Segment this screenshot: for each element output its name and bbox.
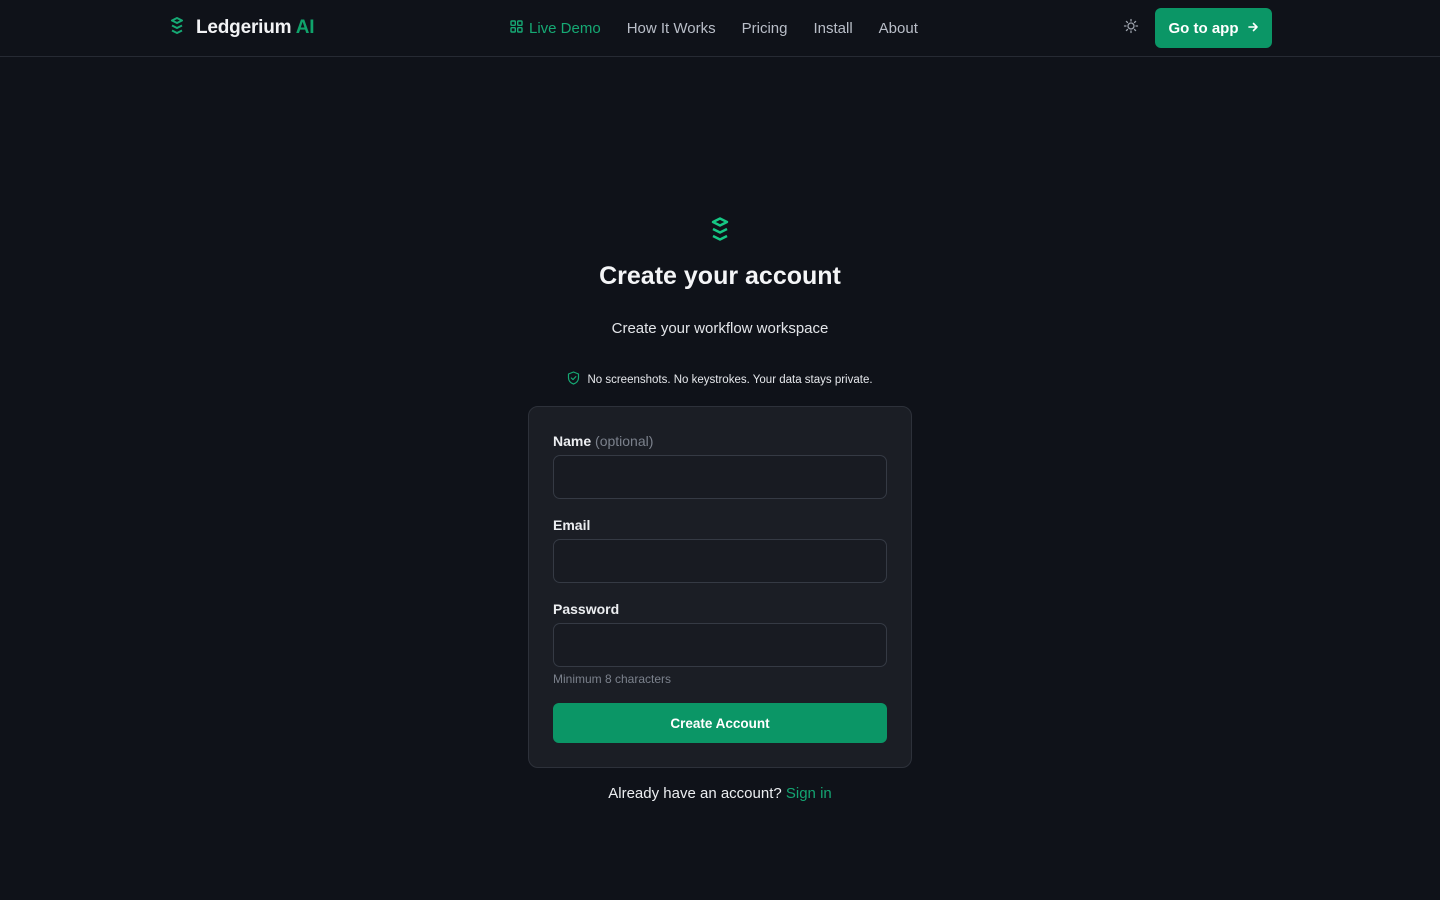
layers-icon [708, 217, 732, 245]
nav-label-live-demo: Live Demo [529, 19, 601, 37]
grid-icon [510, 19, 523, 37]
email-field-label: Email [553, 517, 591, 533]
top-nav-bar: Ledgerium AI Live Demo How It Works Pric… [0, 0, 1440, 57]
brand-name: Ledgerium AI [196, 17, 315, 39]
shield-check-icon [567, 371, 580, 388]
go-to-app-label: Go to app [1168, 19, 1239, 37]
sign-in-link[interactable]: Sign in [786, 785, 832, 802]
signup-form-card: Name (optional) Email Password Minimum 8… [528, 406, 912, 768]
theme-toggle-button[interactable] [1121, 18, 1141, 38]
privacy-text: No screenshots. No keystrokes. Your data… [587, 373, 873, 386]
nav-link-live-demo[interactable]: Live Demo [510, 20, 601, 37]
name-label-text: Name [553, 433, 592, 449]
nav-link-pricing[interactable]: Pricing [742, 20, 788, 37]
nav-link-how-it-works[interactable]: How It Works [627, 20, 716, 37]
password-input[interactable] [553, 623, 887, 667]
brand-name-text: Ledgerium [196, 17, 292, 38]
arrow-right-icon [1247, 20, 1259, 37]
email-input[interactable] [553, 539, 887, 583]
password-hint: Minimum 8 characters [553, 672, 672, 686]
name-field-label: Name (optional) [553, 433, 653, 449]
privacy-notice: No screenshots. No keystrokes. Your data… [0, 371, 1440, 388]
brand-logo-link[interactable]: Ledgerium AI [170, 14, 315, 42]
layers-icon [170, 16, 184, 40]
nav-link-about[interactable]: About [879, 20, 918, 37]
optional-tag: (optional) [595, 433, 654, 449]
sun-icon [1123, 18, 1139, 39]
signin-prompt: Already have an account? Sign in [0, 785, 1440, 802]
password-field-label: Password [553, 601, 620, 617]
nav-link-install[interactable]: Install [813, 20, 852, 37]
page-title: Create your account [599, 262, 841, 290]
signin-prompt-text: Already have an account? [608, 785, 782, 802]
create-account-button[interactable]: Create Account [553, 703, 887, 743]
brand-suffix: AI [295, 17, 315, 38]
page-subtitle: Create your workflow workspace [611, 320, 829, 337]
go-to-app-button[interactable]: Go to app [1155, 8, 1272, 48]
name-input[interactable] [553, 455, 887, 499]
main-nav: Live Demo How It Works Pricing Install A… [510, 18, 918, 38]
